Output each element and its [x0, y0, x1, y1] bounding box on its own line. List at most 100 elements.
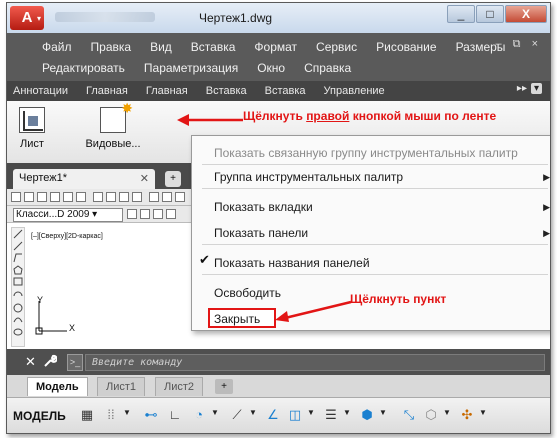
cut-icon[interactable]: [93, 192, 103, 202]
new-layout-button[interactable]: +: [215, 379, 233, 394]
lightbulb-icon[interactable]: [166, 209, 176, 219]
tab-layout2[interactable]: Лист2: [155, 377, 204, 396]
tab-layout1[interactable]: Лист1: [97, 377, 146, 396]
new-tab-button[interactable]: +: [165, 171, 181, 187]
close-command-line-icon[interactable]: ✕: [25, 354, 36, 370]
layer-icon[interactable]: [140, 209, 150, 219]
menu-format[interactable]: Формат: [254, 40, 297, 54]
tab-manage[interactable]: Управление: [324, 85, 385, 97]
copy-icon[interactable]: [106, 192, 116, 202]
isodraft-icon[interactable]: ⟋: [229, 407, 245, 423]
menu-draw[interactable]: Рисование: [376, 40, 436, 54]
command-line: ✕ >_ Введите команду: [7, 349, 550, 375]
tab-home-2[interactable]: Главная: [146, 85, 188, 97]
redo-icon[interactable]: [162, 192, 172, 202]
print-icon[interactable]: [50, 192, 60, 202]
3d-osnap-icon[interactable]: ⤡: [401, 407, 417, 423]
chevron-down-icon[interactable]: ▼: [249, 408, 257, 417]
menu-tools[interactable]: Сервис: [316, 40, 357, 54]
menu-view[interactable]: Вид: [150, 40, 172, 54]
submenu-arrow-icon: ▶: [543, 228, 550, 238]
menu-item-float[interactable]: Освободить: [214, 286, 281, 300]
workspace-select[interactable]: Класси...D 2009 ▾: [13, 208, 123, 222]
callout-right-click-ribbon: Щёлкнуть правой кнопкой мыши по ленте: [243, 109, 496, 123]
more-tabs-icon[interactable]: ▸▸: [517, 83, 527, 94]
quick-access-toolbar[interactable]: [55, 12, 155, 22]
menu-insert[interactable]: Вставка: [191, 40, 236, 54]
tab-home[interactable]: Главная: [86, 85, 128, 97]
menu-item-close[interactable]: Закрыть: [214, 312, 260, 326]
menu-help[interactable]: Справка: [304, 61, 351, 75]
menu-bar: Файл Правка Вид Вставка Формат Сервис Ри…: [7, 33, 550, 81]
snap-icon[interactable]: ⁞⁞: [103, 407, 119, 423]
chevron-down-icon[interactable]: ▼: [123, 408, 131, 417]
model-space-button[interactable]: МОДЕЛЬ: [13, 409, 66, 423]
viewports-button[interactable]: Видовые...: [79, 100, 147, 161]
close-window-button[interactable]: X: [505, 5, 547, 23]
chevron-down-icon[interactable]: ▼: [479, 408, 487, 417]
chevron-down-icon: ▾: [36, 14, 41, 23]
selection-cycling-icon[interactable]: ⬢: [359, 407, 375, 423]
minimize-button[interactable]: _: [447, 5, 475, 23]
ucs-y-label: Y: [37, 295, 44, 305]
menu-item-palette-group[interactable]: Группа инструментальных палитр: [214, 170, 550, 184]
chevron-down-icon[interactable]: ▼: [211, 408, 219, 417]
tab-annotate[interactable]: Аннотации: [13, 85, 68, 97]
ucs-x-label: X: [69, 323, 76, 333]
ribbon-options-dropdown[interactable]: ▾: [530, 83, 542, 94]
check-icon: ✔: [199, 252, 210, 267]
undo-icon[interactable]: [149, 192, 159, 202]
menu-file[interactable]: Файл: [42, 40, 72, 54]
match-properties-icon[interactable]: [132, 192, 142, 202]
tab-model[interactable]: Модель: [27, 377, 88, 396]
submenu-arrow-icon: ▶: [543, 172, 550, 182]
chevron-down-icon[interactable]: ▼: [307, 408, 315, 417]
chevron-down-icon[interactable]: ▼: [379, 408, 387, 417]
otrack-icon[interactable]: ∠: [265, 407, 281, 423]
viewport-controls-label[interactable]: [–][Сверху][2D-каркас]: [31, 233, 103, 240]
workspace-settings-icon[interactable]: [127, 209, 137, 219]
menu-item-show-related-palette: Показать связанную группу инструментальн…: [214, 146, 518, 160]
file-tab-drawing1[interactable]: Чертеж1* ✕: [13, 169, 155, 189]
command-input[interactable]: Введите команду: [85, 354, 545, 371]
wrench-icon[interactable]: [43, 354, 58, 371]
close-icon[interactable]: ✕: [140, 172, 149, 185]
osnap-icon[interactable]: ◫: [287, 407, 303, 423]
pan-icon[interactable]: [175, 192, 185, 202]
chevron-down-icon[interactable]: ▼: [443, 408, 451, 417]
polar-icon[interactable]: ◔: [191, 407, 207, 423]
application-menu-button[interactable]: A ▾: [10, 6, 44, 30]
submenu-arrow-icon: ▶: [543, 202, 550, 212]
ortho-icon[interactable]: ∟: [167, 407, 183, 423]
file-tab-label: Чертеж1*: [19, 172, 67, 184]
window-title: Чертеж1.dwg: [199, 11, 273, 25]
new-icon[interactable]: [11, 192, 21, 202]
menu-separator: [202, 274, 548, 275]
sheet-button[interactable]: Лист: [11, 103, 53, 161]
menu-item-show-panel-titles[interactable]: Показать названия панелей: [214, 256, 370, 270]
menu-window[interactable]: Окно: [257, 61, 285, 75]
draw-tools-icon[interactable]: [12, 228, 24, 346]
grid-icon[interactable]: ▦: [79, 407, 95, 423]
layer-state-icon[interactable]: [153, 209, 163, 219]
dynamic-ucs-icon[interactable]: ⬡: [423, 407, 439, 423]
publish-icon[interactable]: [76, 192, 86, 202]
save-icon[interactable]: [37, 192, 47, 202]
maximize-button[interactable]: □: [476, 5, 504, 23]
chevron-down-icon[interactable]: ▼: [343, 408, 351, 417]
command-prompt-icon[interactable]: >_: [67, 354, 83, 371]
menu-item-show-panels[interactable]: Показать панели: [214, 226, 308, 240]
menu-parametric[interactable]: Параметризация: [144, 61, 238, 75]
preview-icon[interactable]: [63, 192, 73, 202]
menu-item-show-tabs[interactable]: Показать вкладки: [214, 200, 313, 214]
menu-edit[interactable]: Правка: [91, 40, 132, 54]
paste-icon[interactable]: [119, 192, 129, 202]
menu-modify[interactable]: Редактировать: [42, 61, 125, 75]
infer-constraints-icon[interactable]: ⊷: [143, 407, 159, 423]
tab-insert[interactable]: Вставка: [206, 85, 247, 97]
gizmo-icon[interactable]: ✣: [459, 407, 475, 423]
document-window-controls[interactable]: – ⧉ ×: [495, 38, 542, 51]
open-icon[interactable]: [24, 192, 34, 202]
lineweight-icon[interactable]: ☰: [323, 407, 339, 423]
tab-insert-2[interactable]: Вставка: [265, 85, 306, 97]
